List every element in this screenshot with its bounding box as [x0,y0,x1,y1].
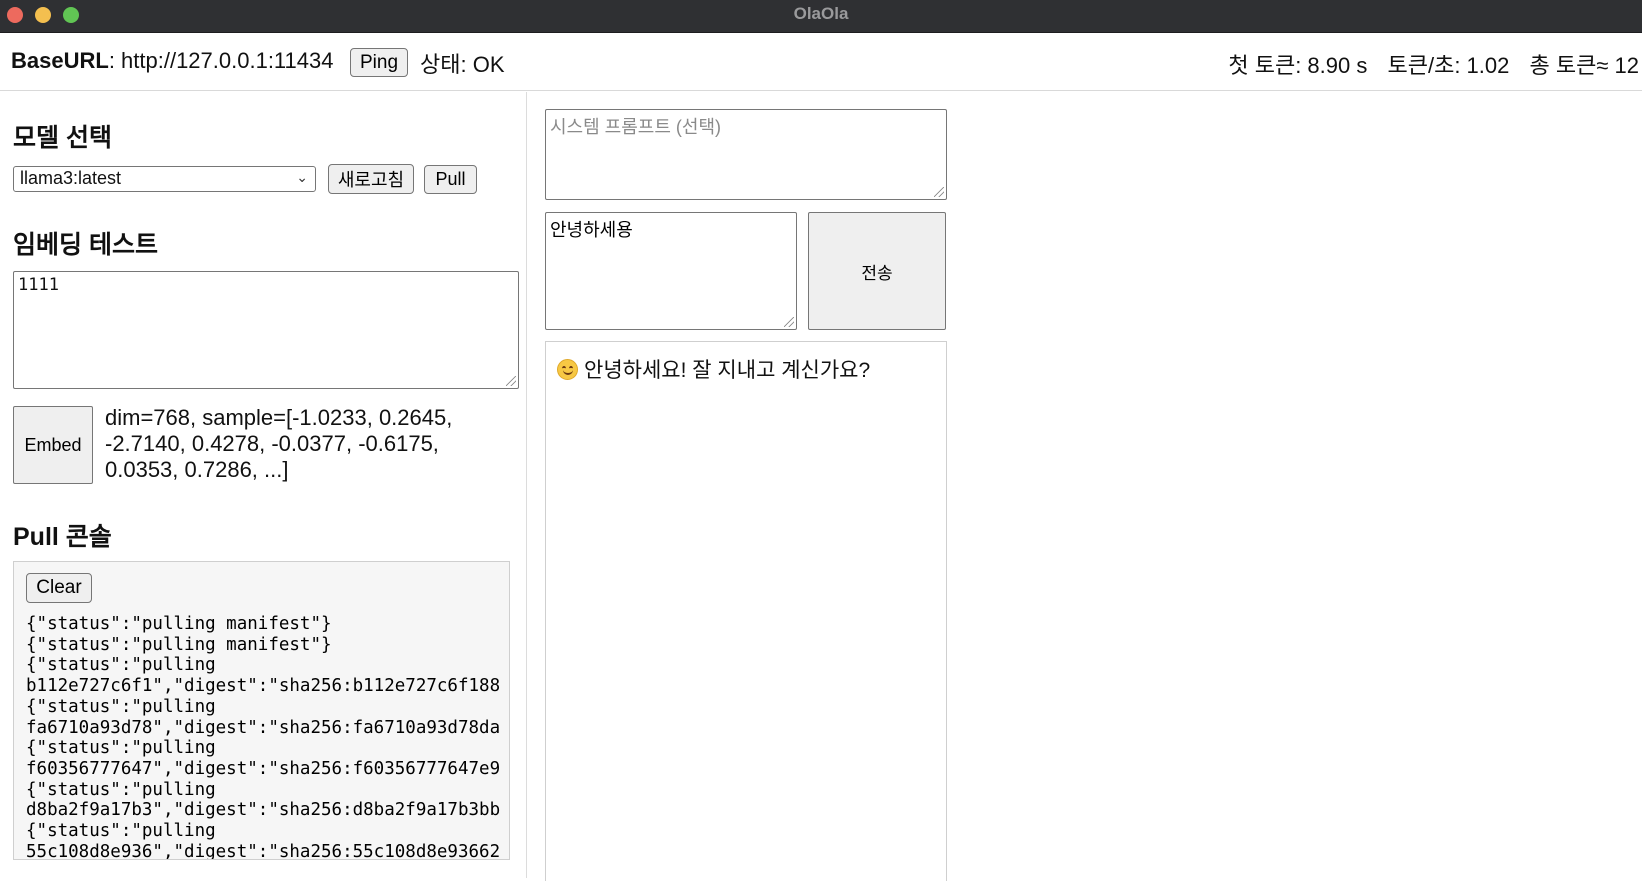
resize-grip-icon[interactable] [506,376,516,386]
console-line: 55c108d8e936","digest":"sha256:55c108d8e… [26,841,501,860]
resize-grip-icon[interactable] [934,187,944,197]
console-line: {"status":"pulling manifest"} [26,634,332,655]
console-line: f60356777647","digest":"sha256:f60356777… [26,758,501,779]
system-prompt-input[interactable]: 시스템 프롬프트 (선택) [545,109,947,200]
ping-button[interactable]: Ping [350,48,408,77]
system-prompt-placeholder: 시스템 프롬프트 (선택) [550,117,722,137]
first-token-time: 첫 토큰: 8.90 s [1228,53,1368,78]
pull-console[interactable]: Clear {"status":"pulling manifest"} {"st… [13,561,510,860]
console-line: {"status":"pulling [26,738,216,759]
top-info-bar: BaseURL: http://127.0.0.1:11434 Ping 상태:… [0,33,1642,91]
smile-emoji-icon [557,358,578,380]
window-titlebar: OlaOla [0,0,1642,33]
window-title: OlaOla [793,4,849,23]
pull-model-button[interactable]: Pull [424,165,477,194]
model-select-value: llama3:latest [20,168,122,188]
baseurl-display: BaseURL: http://127.0.0.1:11434 [11,48,333,74]
console-line: {"status":"pulling manifest"} [26,614,332,634]
console-line: b112e727c6f1","digest":"sha256:b112e727c… [26,676,501,697]
embed-button[interactable]: Embed [13,406,93,484]
tokens-per-second: 토큰/초: 1.02 [1387,53,1510,78]
embedding-input-value: 1111 [18,275,59,295]
chat-response-area: 안녕하세요! 잘 지내고 계신가요? [545,341,947,881]
console-line: {"status":"pulling [26,696,216,717]
embedding-section-heading: 임베딩 테스트 [13,231,158,259]
chevron-down-icon: ⌄ [296,169,308,185]
embedding-result: dim=768, sample=[-1.0233, 0.2645, -2.714… [105,405,453,482]
send-button[interactable]: 전송 [808,212,946,330]
message-input[interactable]: 안녕하세용 [545,212,797,330]
message-input-value: 안녕하세용 [550,220,633,240]
embedding-input[interactable]: 1111 [13,271,519,389]
console-line: d8ba2f9a17b3","digest":"sha256:d8ba2f9a1… [26,800,501,821]
token-metrics: 첫 토큰: 8.90 s 토큰/초: 1.02 총 토큰≈ 12 [1214,48,1639,80]
pull-console-heading: Pull 콘솔 [13,523,112,551]
assistant-message: 안녕하세요! 잘 지내고 계신가요? [557,354,870,384]
baseurl-value: : http://127.0.0.1:11434 [108,48,334,73]
console-line: {"status":"pulling [26,821,216,842]
column-divider [526,92,527,878]
assistant-message-text: 안녕하세요! 잘 지내고 계신가요? [584,359,871,382]
console-line: fa6710a93d78","digest":"sha256:fa6710a93… [26,717,501,738]
total-tokens: 총 토큰≈ 12 [1529,53,1640,78]
console-log: {"status":"pulling manifest"} {"status":… [26,614,509,860]
console-line: {"status":"pulling [26,779,216,800]
baseurl-label: BaseURL [11,48,109,73]
model-select[interactable]: llama3:latest ⌄ [13,166,316,192]
model-section-heading: 모델 선택 [13,124,112,152]
resize-grip-icon[interactable] [784,317,794,327]
status-text: 상태: OK [420,52,505,77]
clear-console-button[interactable]: Clear [26,573,92,603]
refresh-models-button[interactable]: 새로고침 [328,164,414,194]
console-line: {"status":"pulling [26,655,216,676]
